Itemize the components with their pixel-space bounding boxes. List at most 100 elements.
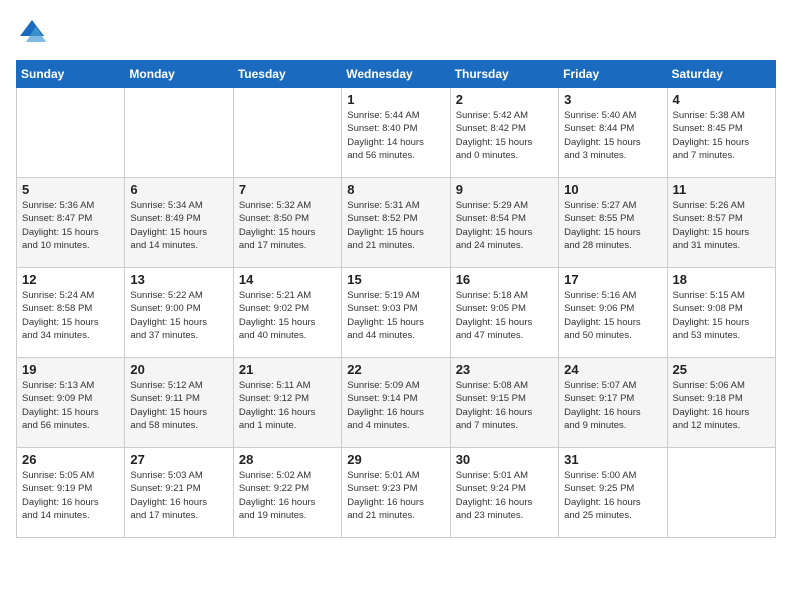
day-info: Sunrise: 5:27 AM Sunset: 8:55 PM Dayligh… [564,199,661,252]
calendar-table: SundayMondayTuesdayWednesdayThursdayFrid… [16,60,776,538]
day-info: Sunrise: 5:09 AM Sunset: 9:14 PM Dayligh… [347,379,444,432]
week-row-2: 5 Sunrise: 5:36 AM Sunset: 8:47 PM Daylig… [17,178,776,268]
day-info: Sunrise: 5:13 AM Sunset: 9:09 PM Dayligh… [22,379,119,432]
calendar-cell: 14 Sunrise: 5:21 AM Sunset: 9:02 PM Dayli… [233,268,341,358]
calendar-cell [233,88,341,178]
header-sunday: Sunday [17,61,125,88]
day-info: Sunrise: 5:15 AM Sunset: 9:08 PM Dayligh… [673,289,770,342]
day-number: 14 [239,272,336,287]
day-info: Sunrise: 5:19 AM Sunset: 9:03 PM Dayligh… [347,289,444,342]
calendar-cell: 4 Sunrise: 5:38 AM Sunset: 8:45 PM Daylig… [667,88,775,178]
header-thursday: Thursday [450,61,558,88]
day-number: 7 [239,182,336,197]
week-row-5: 26Sunrise: 5:05 AM Sunset: 9:19 PM Dayli… [17,448,776,538]
day-info: Sunrise: 5:05 AM Sunset: 9:19 PM Dayligh… [22,469,119,522]
calendar-cell: 6Sunrise: 5:34 AM Sunset: 8:49 PM Daylig… [125,178,233,268]
day-info: Sunrise: 5:29 AM Sunset: 8:54 PM Dayligh… [456,199,553,252]
day-number: 31 [564,452,661,467]
day-info: Sunrise: 5:40 AM Sunset: 8:44 PM Dayligh… [564,109,661,162]
day-number: 22 [347,362,444,377]
header-row: SundayMondayTuesdayWednesdayThursdayFrid… [17,61,776,88]
calendar-cell: 28 Sunrise: 5:02 AM Sunset: 9:22 PM Dayli… [233,448,341,538]
day-number: 11 [673,182,770,197]
calendar-cell: 26Sunrise: 5:05 AM Sunset: 9:19 PM Dayli… [17,448,125,538]
page-header [16,16,776,48]
day-number: 6 [130,182,227,197]
day-number: 3 [564,92,661,107]
calendar-cell: 21Sunrise: 5:11 AM Sunset: 9:12 PM Dayli… [233,358,341,448]
week-row-3: 12Sunrise: 5:24 AM Sunset: 8:58 PM Dayli… [17,268,776,358]
header-saturday: Saturday [667,61,775,88]
day-info: Sunrise: 5:06 AM Sunset: 9:18 PM Dayligh… [673,379,770,432]
day-info: Sunrise: 5:38 AM Sunset: 8:45 PM Dayligh… [673,109,770,162]
calendar-cell: 24 Sunrise: 5:07 AM Sunset: 9:17 PM Dayli… [559,358,667,448]
day-info: Sunrise: 5:02 AM Sunset: 9:22 PM Dayligh… [239,469,336,522]
week-row-4: 19 Sunrise: 5:13 AM Sunset: 9:09 PM Dayli… [17,358,776,448]
day-info: Sunrise: 5:00 AM Sunset: 9:25 PM Dayligh… [564,469,661,522]
day-number: 27 [130,452,227,467]
day-info: Sunrise: 5:08 AM Sunset: 9:15 PM Dayligh… [456,379,553,432]
day-info: Sunrise: 5:22 AM Sunset: 9:00 PM Dayligh… [130,289,227,342]
calendar-cell: 11 Sunrise: 5:26 AM Sunset: 8:57 PM Dayli… [667,178,775,268]
day-number: 8 [347,182,444,197]
header-friday: Friday [559,61,667,88]
header-monday: Monday [125,61,233,88]
week-row-1: 1Sunrise: 5:44 AM Sunset: 8:40 PM Daylig… [17,88,776,178]
calendar-cell [17,88,125,178]
day-number: 23 [456,362,553,377]
calendar-cell: 29 Sunrise: 5:01 AM Sunset: 9:23 PM Dayli… [342,448,450,538]
day-info: Sunrise: 5:03 AM Sunset: 9:21 PM Dayligh… [130,469,227,522]
calendar-cell: 16Sunrise: 5:18 AM Sunset: 9:05 PM Dayli… [450,268,558,358]
day-info: Sunrise: 5:01 AM Sunset: 9:23 PM Dayligh… [347,469,444,522]
day-number: 28 [239,452,336,467]
day-number: 18 [673,272,770,287]
day-number: 13 [130,272,227,287]
header-wednesday: Wednesday [342,61,450,88]
calendar-cell: 15Sunrise: 5:19 AM Sunset: 9:03 PM Dayli… [342,268,450,358]
calendar-cell: 12Sunrise: 5:24 AM Sunset: 8:58 PM Dayli… [17,268,125,358]
day-number: 24 [564,362,661,377]
calendar-cell: 27 Sunrise: 5:03 AM Sunset: 9:21 PM Dayli… [125,448,233,538]
calendar-cell: 1Sunrise: 5:44 AM Sunset: 8:40 PM Daylig… [342,88,450,178]
day-number: 5 [22,182,119,197]
calendar-cell: 10 Sunrise: 5:27 AM Sunset: 8:55 PM Dayli… [559,178,667,268]
calendar-cell: 5 Sunrise: 5:36 AM Sunset: 8:47 PM Daylig… [17,178,125,268]
day-number: 30 [456,452,553,467]
logo-icon [16,16,48,48]
calendar-cell: 2Sunrise: 5:42 AM Sunset: 8:42 PM Daylig… [450,88,558,178]
calendar-cell: 23 Sunrise: 5:08 AM Sunset: 9:15 PM Dayli… [450,358,558,448]
day-number: 20 [130,362,227,377]
day-number: 19 [22,362,119,377]
calendar-cell: 19 Sunrise: 5:13 AM Sunset: 9:09 PM Dayli… [17,358,125,448]
day-info: Sunrise: 5:36 AM Sunset: 8:47 PM Dayligh… [22,199,119,252]
day-info: Sunrise: 5:18 AM Sunset: 9:05 PM Dayligh… [456,289,553,342]
calendar-cell: 18 Sunrise: 5:15 AM Sunset: 9:08 PM Dayli… [667,268,775,358]
logo [16,16,54,48]
day-number: 29 [347,452,444,467]
day-info: Sunrise: 5:16 AM Sunset: 9:06 PM Dayligh… [564,289,661,342]
day-number: 4 [673,92,770,107]
day-info: Sunrise: 5:31 AM Sunset: 8:52 PM Dayligh… [347,199,444,252]
calendar-cell: 25 Sunrise: 5:06 AM Sunset: 9:18 PM Dayli… [667,358,775,448]
day-info: Sunrise: 5:01 AM Sunset: 9:24 PM Dayligh… [456,469,553,522]
day-info: Sunrise: 5:26 AM Sunset: 8:57 PM Dayligh… [673,199,770,252]
day-info: Sunrise: 5:07 AM Sunset: 9:17 PM Dayligh… [564,379,661,432]
day-number: 17 [564,272,661,287]
calendar-cell: 22 Sunrise: 5:09 AM Sunset: 9:14 PM Dayli… [342,358,450,448]
calendar-cell: 7 Sunrise: 5:32 AM Sunset: 8:50 PM Daylig… [233,178,341,268]
header-tuesday: Tuesday [233,61,341,88]
day-info: Sunrise: 5:32 AM Sunset: 8:50 PM Dayligh… [239,199,336,252]
calendar-cell: 3 Sunrise: 5:40 AM Sunset: 8:44 PM Daylig… [559,88,667,178]
day-number: 9 [456,182,553,197]
calendar-cell: 31 Sunrise: 5:00 AM Sunset: 9:25 PM Dayli… [559,448,667,538]
day-info: Sunrise: 5:12 AM Sunset: 9:11 PM Dayligh… [130,379,227,432]
day-info: Sunrise: 5:42 AM Sunset: 8:42 PM Dayligh… [456,109,553,162]
calendar-cell: 30 Sunrise: 5:01 AM Sunset: 9:24 PM Dayli… [450,448,558,538]
day-info: Sunrise: 5:11 AM Sunset: 9:12 PM Dayligh… [239,379,336,432]
day-number: 25 [673,362,770,377]
day-number: 10 [564,182,661,197]
calendar-cell: 9 Sunrise: 5:29 AM Sunset: 8:54 PM Daylig… [450,178,558,268]
calendar-cell [667,448,775,538]
day-number: 1 [347,92,444,107]
day-info: Sunrise: 5:21 AM Sunset: 9:02 PM Dayligh… [239,289,336,342]
